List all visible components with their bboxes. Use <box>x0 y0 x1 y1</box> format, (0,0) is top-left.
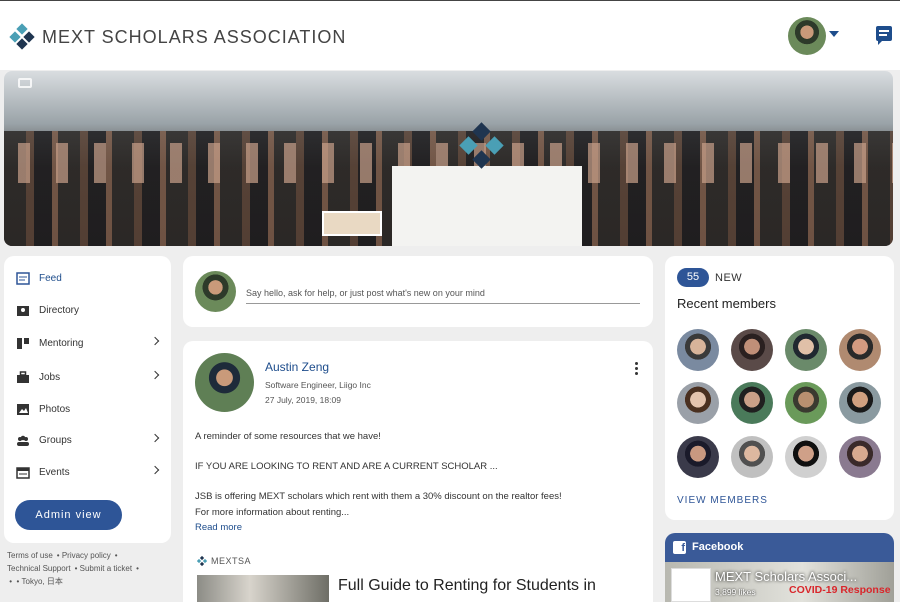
facebook-icon: f <box>673 541 686 554</box>
sidebar-item-label: Groups <box>39 434 72 446</box>
support-link[interactable]: Technical Support <box>7 564 71 573</box>
brand-name[interactable]: MEXT SCHOLARS ASSOCIATION <box>42 27 346 48</box>
photo-icon <box>17 403 29 415</box>
member-avatar[interactable] <box>839 329 881 371</box>
author-title: Software Engineer, Liigo Inc <box>265 380 371 390</box>
terms-link[interactable]: Terms of use <box>7 551 53 560</box>
author-name[interactable]: Austin Zeng <box>265 360 329 374</box>
facebook-likes: 3,899 likes <box>715 587 756 597</box>
cover-photo <box>4 71 893 246</box>
article-title[interactable]: Full Guide to Renting for Students in <box>338 577 596 595</box>
sidebar-item-label: Photos <box>39 403 71 415</box>
sidebar-item-photos[interactable]: Photos <box>16 398 164 420</box>
post-text-line: For more information about renting... <box>195 507 350 518</box>
directory-icon <box>17 305 29 316</box>
view-members-button[interactable]: VIEW MEMBERS <box>677 495 768 506</box>
member-avatar[interactable] <box>839 382 881 424</box>
post-input[interactable]: Say hello, ask for help, or just post wh… <box>246 288 640 304</box>
sidebar-item-events[interactable]: Events <box>16 461 164 483</box>
groups-icon <box>17 435 29 446</box>
cake <box>322 211 382 236</box>
diamond-logo-icon[interactable] <box>8 23 36 51</box>
facebook-page-picture[interactable] <box>671 568 711 602</box>
sidebar-item-label: Feed <box>39 272 62 284</box>
briefcase-icon <box>17 370 29 383</box>
privacy-link[interactable]: Privacy policy <box>62 551 111 560</box>
member-avatar[interactable] <box>731 436 773 478</box>
chevron-right-icon[interactable] <box>150 336 160 346</box>
chevron-right-icon[interactable] <box>150 370 160 380</box>
feed-icon <box>16 271 30 285</box>
camera-icon[interactable] <box>18 78 32 88</box>
flag-logo-icon <box>459 122 504 169</box>
member-avatar[interactable] <box>785 436 827 478</box>
footer-links: Terms of use • Privacy policy • Technical … <box>7 551 139 586</box>
sidebar-item-mentoring[interactable]: Mentoring <box>16 332 164 354</box>
sidebar-item-label: Mentoring <box>39 337 84 349</box>
sidebar-item-jobs[interactable]: Jobs <box>16 366 164 388</box>
sidebar-item-directory[interactable]: Directory <box>16 299 164 321</box>
association-flag <box>392 166 582 246</box>
sidebar-item-label: Events <box>39 466 70 478</box>
facebook-page-name[interactable]: MEXT Scholars Associ... <box>715 569 857 584</box>
post-date: 27 July, 2019, 18:09 <box>265 395 341 405</box>
author-avatar[interactable] <box>195 353 254 412</box>
new-count-badge: 55 <box>677 268 709 287</box>
link-source: MEXTSA <box>211 556 252 566</box>
member-avatar[interactable] <box>677 329 719 371</box>
sidebar-item-feed[interactable]: Feed <box>16 267 164 289</box>
calendar-icon <box>16 466 30 479</box>
post-text-line: JSB is offering MEXT scholars which rent… <box>195 491 562 502</box>
member-avatar[interactable] <box>785 382 827 424</box>
chevron-right-icon[interactable] <box>150 465 160 475</box>
sidebar-item-groups[interactable]: Groups <box>16 429 164 451</box>
user-avatar[interactable] <box>788 17 826 55</box>
new-label: NEW <box>715 272 743 284</box>
admin-view-button[interactable]: Admin view <box>15 500 122 530</box>
mextsa-logo-icon <box>197 556 207 566</box>
member-avatar[interactable] <box>731 382 773 424</box>
article-thumbnail[interactable] <box>197 575 329 602</box>
member-avatar[interactable] <box>677 382 719 424</box>
sidebar-item-label: Jobs <box>39 371 61 383</box>
post-text-line: IF YOU ARE LOOKING TO RENT AND ARE A CUR… <box>195 461 498 472</box>
mentoring-icon <box>17 337 29 349</box>
chevron-down-icon[interactable] <box>829 31 839 37</box>
top-bar: MEXT SCHOLARS ASSOCIATION <box>0 0 900 70</box>
ticket-link[interactable]: Submit a ticket <box>80 564 132 573</box>
sidebar-item-label: Directory <box>39 304 80 316</box>
chat-icon[interactable] <box>876 26 892 45</box>
member-avatar[interactable] <box>785 329 827 371</box>
covid-banner: COVID-19 Response <box>789 584 891 596</box>
avatar[interactable] <box>195 271 236 312</box>
chevron-right-icon[interactable] <box>150 433 160 443</box>
read-more-link[interactable]: Read more <box>195 522 242 533</box>
recent-members-title: Recent members <box>677 296 776 311</box>
member-avatar[interactable] <box>731 329 773 371</box>
member-avatar[interactable] <box>839 436 881 478</box>
member-avatar[interactable] <box>677 436 719 478</box>
post-text-line: A reminder of some resources that we hav… <box>195 431 381 442</box>
location-text: Tokyo, 日本 <box>21 577 63 586</box>
more-options-icon[interactable] <box>635 362 638 375</box>
facebook-label: Facebook <box>692 541 744 553</box>
